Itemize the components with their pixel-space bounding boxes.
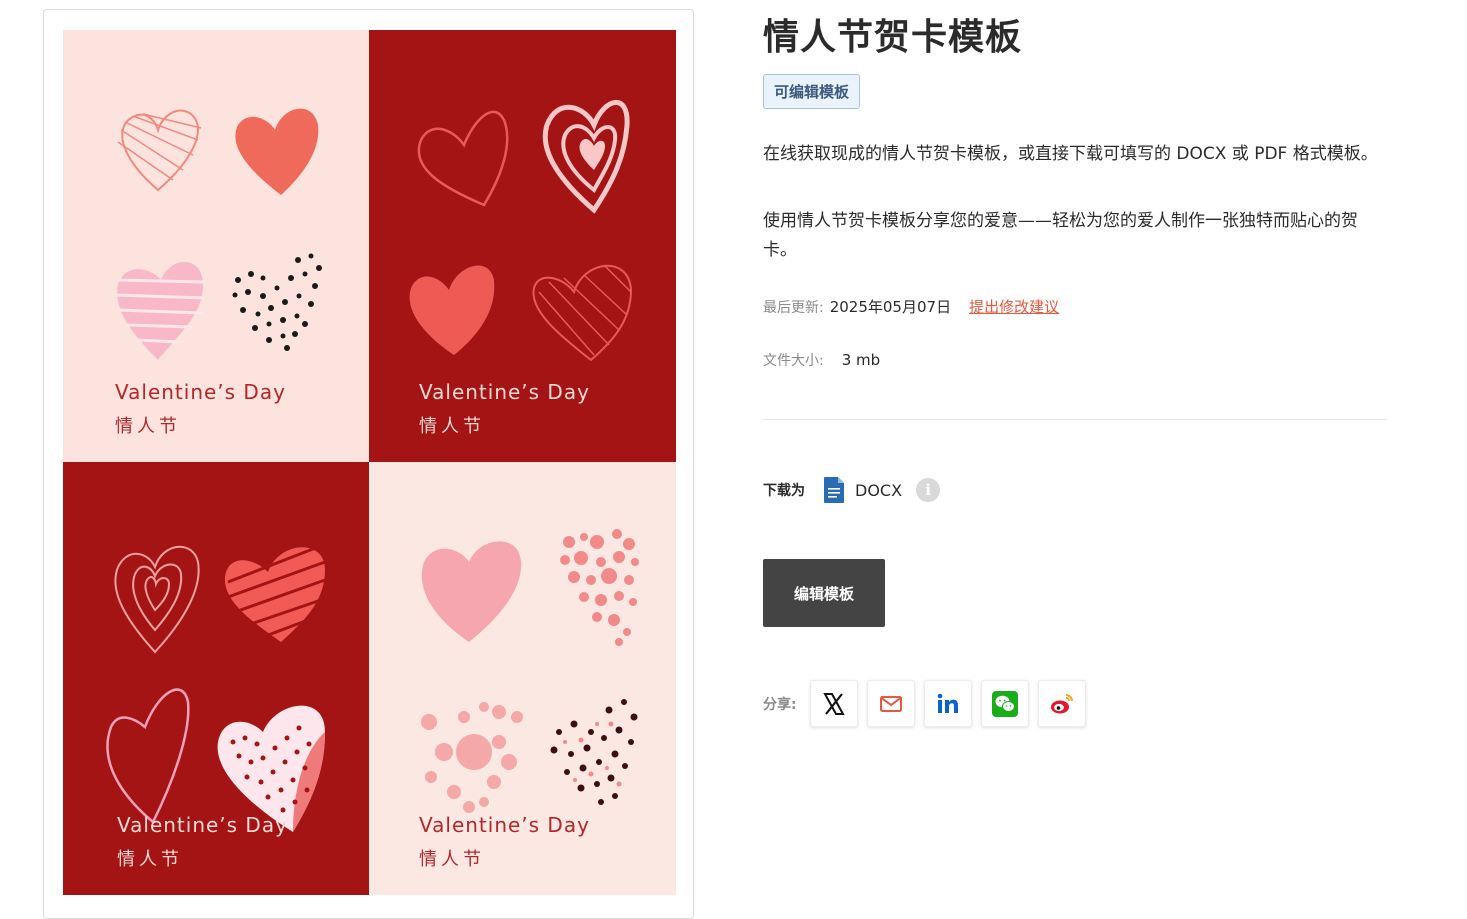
share-weibo-button[interactable] [1037, 680, 1086, 727]
page-title: 情人节贺卡模板 [763, 17, 1023, 58]
card-4-title: Valentine’s Day [419, 813, 590, 837]
card-1-title: Valentine’s Day [115, 380, 286, 404]
share-email-button[interactable] [866, 680, 915, 727]
share-x-button[interactable] [809, 680, 858, 727]
share-wechat-button[interactable] [980, 680, 1029, 727]
docx-download-link[interactable]: DOCX [855, 481, 902, 500]
preview-card-3: Valentine’s Day 情人节 [63, 462, 369, 895]
card-1-subtitle: 情人节 [115, 416, 181, 437]
file-size-label: 文件大小: [763, 353, 824, 369]
info-icon[interactable]: i [916, 478, 941, 502]
preview-card-1: Valentine’s Day 情人节 [63, 30, 369, 462]
preview-card-4: Valentine’s Day 情人节 [369, 462, 676, 895]
preview-card-2: Valentine’s Day 情人节 [369, 30, 676, 462]
share-linkedin-button[interactable] [923, 680, 972, 727]
last-updated-row: 最后更新: 2025年05月07日 提出修改建议 [763, 296, 1059, 317]
share-row: 分享: [763, 680, 1095, 727]
linkedin-icon [937, 693, 958, 713]
card-4-subtitle: 情人节 [419, 849, 485, 870]
template-preview[interactable]: Valentine’s Day 情人节 Valentine’s Day 情人节 [63, 30, 676, 895]
download-label: 下载为 [763, 483, 805, 499]
docx-file-icon[interactable] [823, 476, 845, 504]
suggest-edit-link[interactable]: 提出修改建议 [969, 298, 1059, 316]
file-size-row: 文件大小: 3 mb [763, 350, 880, 370]
card-3-title: Valentine’s Day [117, 813, 288, 837]
description-paragraph-1: 在线获取现成的情人节贺卡模板，或直接下载可填写的 DOCX 或 PDF 格式模板… [763, 144, 1378, 164]
download-row: 下载为 DOCX i [763, 476, 941, 504]
card-3-subtitle: 情人节 [117, 849, 183, 870]
edit-template-button[interactable]: 编辑模板 [763, 559, 885, 627]
card-2-subtitle: 情人节 [419, 416, 485, 437]
last-updated-value: 2025年05月07日 [829, 298, 952, 316]
share-label: 分享: [763, 696, 797, 713]
file-size-value: 3 mb [841, 351, 881, 369]
card-2-title: Valentine’s Day [419, 380, 590, 404]
last-updated-label: 最后更新: [763, 300, 824, 316]
divider [763, 419, 1387, 420]
wechat-icon [991, 690, 1018, 717]
weibo-icon [1050, 693, 1073, 713]
x-icon [822, 692, 845, 715]
editable-template-badge: 可编辑模板 [763, 74, 861, 109]
description-paragraph-2: 使用情人节贺卡模板分享您的爱意——轻松为您的爱人制作一张独特而贴心的贺卡。 [763, 211, 1358, 260]
email-icon [879, 695, 902, 712]
